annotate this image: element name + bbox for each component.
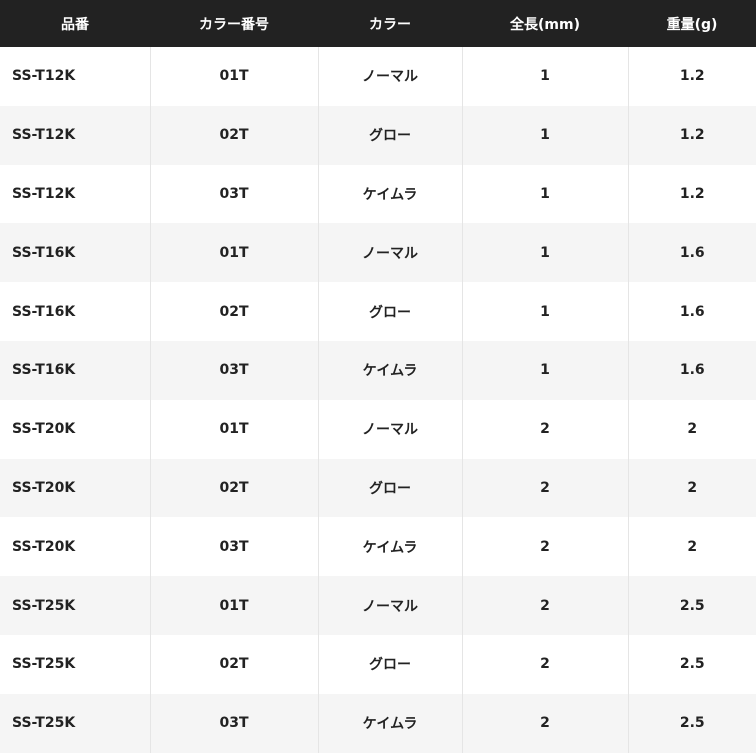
cell-color-code: 03T: [150, 340, 319, 400]
cell-weight: 1.2: [679, 68, 705, 85]
cell-color-code: 03T: [150, 517, 319, 577]
cell-color: ケイムラ: [318, 164, 463, 224]
table-row: SS-T16K 03T ケイムラ 1 1.6: [0, 340, 756, 400]
cell-color-code: 03T: [150, 693, 319, 753]
cell-length: 2: [462, 634, 629, 694]
cell-length: 1: [462, 105, 629, 165]
cell-color: ケイムラ: [318, 517, 463, 577]
cell-model: SS-T16K: [0, 340, 151, 400]
cell-model: SS-T20K: [0, 458, 151, 518]
cell-model: SS-T16K: [0, 282, 151, 341]
table-header: 品番 カラー番号 カラー 全長(mm) 重量(g): [0, 0, 756, 47]
table-row: SS-T16K 02T グロー 1 1.6: [0, 282, 756, 341]
cell-model: SS-T12K: [0, 164, 151, 224]
cell-color: グロー: [318, 282, 463, 341]
cell-length: 1: [462, 47, 629, 106]
cell-weight: 2: [687, 538, 698, 555]
cell-length: 1: [462, 223, 629, 283]
cell-model: SS-T20K: [0, 399, 151, 459]
cell-model: SS-T25K: [0, 634, 151, 694]
table-row: SS-T25K 02T グロー 2 2.5: [0, 634, 756, 694]
cell-color-code: 02T: [150, 458, 319, 518]
cell-color: ノーマル: [318, 576, 463, 635]
table-row: SS-T12K 02T グロー 1 1.2: [0, 105, 756, 165]
cell-weight: 2.5: [679, 715, 705, 732]
cell-length: 2: [462, 517, 629, 577]
header-model: 品番: [61, 16, 89, 33]
cell-color-code: 02T: [150, 282, 319, 341]
table-row: SS-T25K 01T ノーマル 2 2.5: [0, 576, 756, 635]
cell-length: 1: [462, 164, 629, 224]
cell-weight: 1.2: [679, 127, 705, 144]
table-row: SS-T25K 03T ケイムラ 2 2.5: [0, 693, 756, 753]
cell-color: ケイムラ: [318, 340, 463, 400]
cell-color-code: 02T: [150, 634, 319, 694]
table-row: SS-T20K 03T ケイムラ 2 2: [0, 517, 756, 577]
table-row: SS-T20K 01T ノーマル 2 2: [0, 399, 756, 459]
table-body: SS-T12K 01T ノーマル 1 1.2 SS-T12K 02T グロー 1 1.2 SS-T1…: [0, 47, 756, 753]
cell-color: グロー: [318, 458, 463, 518]
cell-weight: 2: [687, 421, 698, 438]
cell-weight: 1.2: [679, 185, 705, 202]
cell-model: SS-T20K: [0, 517, 151, 577]
cell-model: SS-T25K: [0, 693, 151, 753]
header-weight: 重量(g): [666, 16, 718, 33]
cell-length: 2: [462, 458, 629, 518]
cell-color: ノーマル: [318, 399, 463, 459]
cell-weight: 2.5: [679, 597, 705, 614]
table-row: SS-T12K 01T ノーマル 1 1.2: [0, 47, 756, 106]
cell-length: 1: [462, 282, 629, 341]
product-spec-table: 品番 カラー番号 カラー 全長(mm) 重量(g) SS-T12K 01T ノーマル…: [0, 0, 756, 753]
cell-color: ノーマル: [318, 47, 463, 106]
table-row: SS-T20K 02T グロー 2 2: [0, 458, 756, 518]
cell-model: SS-T12K: [0, 105, 151, 165]
cell-color: グロー: [318, 105, 463, 165]
cell-length: 2: [462, 399, 629, 459]
cell-color-code: 01T: [150, 223, 319, 283]
cell-color-code: 02T: [150, 105, 319, 165]
cell-weight: 1.6: [679, 303, 705, 320]
header-color: カラー: [369, 16, 411, 33]
cell-weight: 1.6: [679, 362, 705, 379]
cell-color-code: 03T: [150, 164, 319, 224]
cell-length: 2: [462, 693, 629, 753]
cell-color-code: 01T: [150, 576, 319, 635]
cell-length: 1: [462, 340, 629, 400]
cell-model: SS-T25K: [0, 576, 151, 635]
table-row: SS-T16K 01T ノーマル 1 1.6: [0, 223, 756, 283]
cell-weight: 2.5: [679, 656, 705, 673]
cell-color: ケイムラ: [318, 693, 463, 753]
header-row: 品番 カラー番号 カラー 全長(mm) 重量(g): [0, 0, 756, 47]
cell-model: SS-T16K: [0, 223, 151, 283]
header-color-code: カラー番号: [199, 16, 269, 33]
cell-weight: 1.6: [679, 244, 705, 261]
cell-color-code: 01T: [150, 47, 319, 106]
cell-weight: 2: [687, 479, 698, 496]
cell-color: グロー: [318, 634, 463, 694]
cell-length: 2: [462, 576, 629, 635]
table-row: SS-T12K 03T ケイムラ 1 1.2: [0, 164, 756, 224]
cell-color: ノーマル: [318, 223, 463, 283]
cell-model: SS-T12K: [0, 47, 151, 106]
header-length: 全長(mm): [510, 16, 580, 33]
cell-color-code: 01T: [150, 399, 319, 459]
